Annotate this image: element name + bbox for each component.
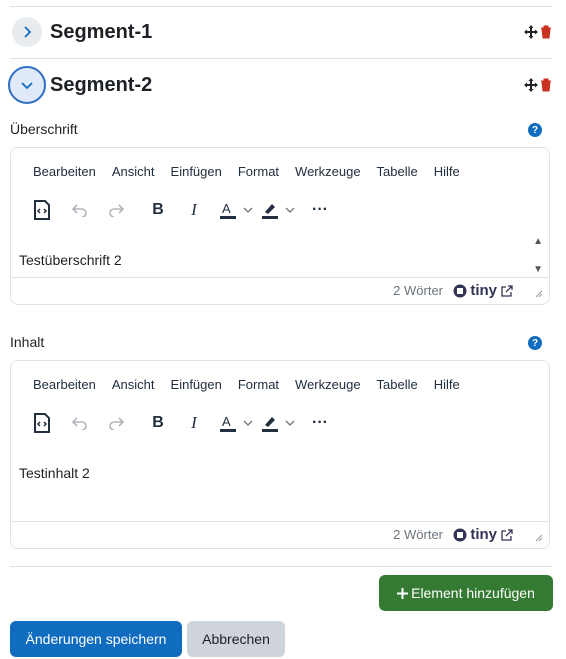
tiny-label: tiny (470, 282, 497, 299)
redo-icon[interactable] (105, 411, 127, 435)
file-code-icon[interactable] (31, 411, 53, 435)
tiny-icon (453, 284, 467, 297)
cancel-button[interactable]: Abbrechen (187, 621, 285, 657)
move-icon[interactable] (524, 78, 538, 92)
segment-title: Segment-2 (50, 73, 153, 96)
editor-content[interactable]: Testüberschrift 2 (19, 252, 122, 268)
help-icon[interactable]: ? (528, 336, 542, 350)
resize-handle-icon[interactable] (535, 290, 543, 298)
collapse-toggle[interactable] (8, 66, 46, 104)
tiny-label: tiny (470, 526, 497, 543)
svg-text:A: A (222, 201, 231, 216)
external-link-icon (501, 284, 513, 297)
menu-item[interactable]: Format (238, 164, 279, 179)
menu-item[interactable]: Hilfe (434, 164, 460, 179)
tiny-logo[interactable]: tiny (453, 526, 513, 543)
menu-item[interactable]: Einfügen (171, 377, 222, 392)
word-count[interactable]: 2 Wörter (393, 283, 443, 298)
menu-item[interactable]: Ansicht (112, 377, 155, 392)
add-element-button[interactable]: Element hinzufügen (379, 575, 553, 611)
segment-2-header: Segment-2 (8, 63, 552, 107)
field-label: Überschrift (10, 121, 78, 137)
chevron-down-icon[interactable] (283, 198, 297, 222)
chevron-down-icon[interactable] (283, 411, 297, 435)
editor-toolbar: B I A ··· (31, 411, 331, 435)
chevron-down-icon (21, 82, 33, 90)
bold-icon[interactable]: B (149, 411, 167, 435)
save-button[interactable]: Änderungen speichern (10, 621, 182, 657)
divider (10, 6, 552, 7)
resize-handle-icon[interactable] (535, 534, 543, 542)
chevron-down-icon[interactable] (241, 411, 255, 435)
highlight-icon[interactable] (259, 411, 281, 435)
editor-content[interactable]: Testinhalt 2 (19, 465, 90, 481)
menu-item[interactable]: Hilfe (434, 377, 460, 392)
rich-text-editor-content: Bearbeiten Ansicht Einfügen Format Werkz… (10, 360, 550, 549)
more-icon[interactable]: ··· (309, 198, 331, 222)
menu-item[interactable]: Einfügen (171, 164, 222, 179)
undo-icon[interactable] (69, 411, 91, 435)
trash-icon[interactable] (540, 25, 552, 39)
menu-item[interactable]: Bearbeiten (33, 377, 96, 392)
editor-toolbar: B I A ··· (31, 198, 331, 222)
field-label: Inhalt (10, 334, 45, 350)
external-link-icon (501, 528, 513, 541)
menu-item[interactable]: Ansicht (112, 164, 155, 179)
add-element-label: Element hinzufügen (411, 585, 535, 601)
tiny-logo[interactable]: tiny (453, 282, 513, 299)
menu-item[interactable]: Tabelle (377, 377, 418, 392)
menu-item[interactable]: Werkzeuge (295, 164, 361, 179)
segment-title: Segment-1 (50, 20, 153, 43)
italic-icon[interactable]: I (185, 198, 203, 222)
more-icon[interactable]: ··· (309, 411, 331, 435)
editor-statusbar: 2 Wörter tiny (11, 521, 549, 548)
undo-icon[interactable] (69, 198, 91, 222)
divider (10, 58, 552, 59)
expand-toggle[interactable] (12, 17, 42, 47)
svg-text:A: A (222, 414, 231, 429)
editor-statusbar: 2 Wörter tiny (11, 277, 549, 304)
chevron-down-icon[interactable] (241, 198, 255, 222)
word-count[interactable]: 2 Wörter (393, 527, 443, 542)
bold-icon[interactable]: B (149, 198, 167, 222)
menu-item[interactable]: Werkzeuge (295, 377, 361, 392)
italic-icon[interactable]: I (185, 411, 203, 435)
plus-icon (397, 587, 409, 599)
help-icon[interactable]: ? (528, 123, 542, 137)
text-color-icon[interactable]: A (217, 411, 239, 435)
rich-text-editor-heading: Bearbeiten Ansicht Einfügen Format Werkz… (10, 147, 550, 305)
menu-item[interactable]: Bearbeiten (33, 164, 96, 179)
text-color-icon[interactable]: A (217, 198, 239, 222)
scroll-up-icon[interactable]: ▲ (533, 236, 543, 247)
chevron-right-icon (24, 26, 32, 38)
editor-menubar: Bearbeiten Ansicht Einfügen Format Werkz… (33, 377, 476, 392)
trash-icon[interactable] (540, 78, 552, 92)
tiny-icon (453, 528, 467, 541)
move-icon[interactable] (524, 25, 538, 39)
editor-menubar: Bearbeiten Ansicht Einfügen Format Werkz… (33, 164, 476, 179)
redo-icon[interactable] (105, 198, 127, 222)
menu-item[interactable]: Tabelle (377, 164, 418, 179)
divider (10, 566, 552, 567)
menu-item[interactable]: Format (238, 377, 279, 392)
segment-1-header: Segment-1 (10, 10, 552, 54)
scroll-down-icon[interactable]: ▼ (533, 264, 543, 275)
highlight-icon[interactable] (259, 198, 281, 222)
file-code-icon[interactable] (31, 198, 53, 222)
